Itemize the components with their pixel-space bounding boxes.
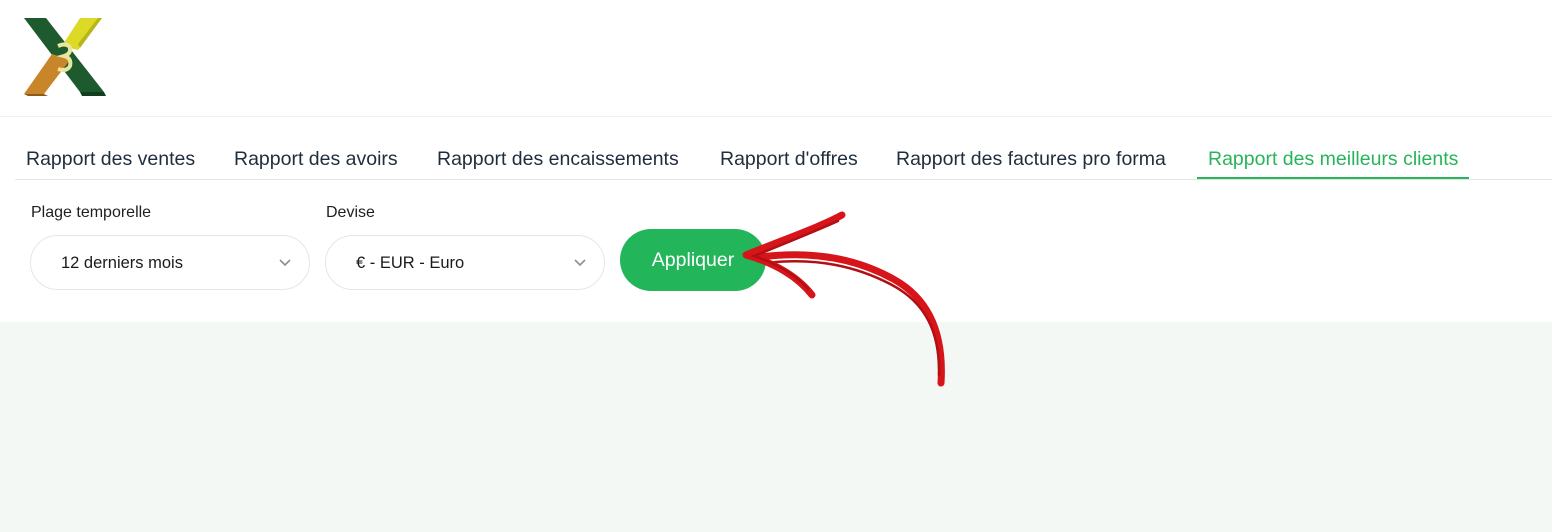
app-header: [0, 0, 1552, 117]
time-range-select[interactable]: 12 derniers mois: [30, 235, 310, 290]
currency-value: € - EUR - Euro: [356, 254, 465, 272]
report-tabs: Rapport des ventes Rapport des avoirs Ra…: [15, 140, 1552, 180]
currency-select[interactable]: € - EUR - Euro: [325, 235, 605, 290]
time-range-value: 12 derniers mois: [61, 254, 183, 272]
tab-credit-notes-report[interactable]: Rapport des avoirs: [234, 140, 398, 178]
tab-sales-report[interactable]: Rapport des ventes: [26, 140, 195, 178]
chevron-down-icon: [574, 259, 586, 267]
tab-best-clients-report[interactable]: Rapport des meilleurs clients: [1196, 140, 1470, 179]
red-arrow-annotation: [742, 211, 945, 387]
tab-offers-report[interactable]: Rapport d'offres: [720, 140, 858, 178]
chevron-down-icon: [279, 259, 291, 267]
tab-collections-report[interactable]: Rapport des encaissements: [437, 140, 679, 178]
currency-label: Devise: [326, 204, 375, 221]
tab-proforma-report[interactable]: Rapport des factures pro forma: [896, 140, 1166, 178]
time-range-label: Plage temporelle: [31, 204, 152, 221]
page: Rapport des ventes Rapport des avoirs Ra…: [0, 0, 1552, 532]
x3-logo-icon[interactable]: [22, 16, 106, 96]
